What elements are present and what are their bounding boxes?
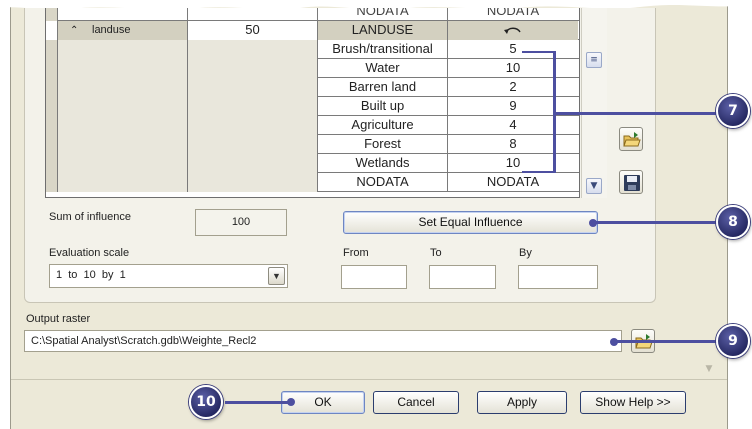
- show-help-button[interactable]: Show Help >>: [580, 391, 686, 414]
- callout-9: 9: [716, 324, 750, 358]
- old-value-cell: Agriculture: [318, 116, 448, 135]
- table-row: Wetlands 10: [46, 154, 579, 173]
- old-value-cell: NODATA: [318, 173, 448, 192]
- apply-button[interactable]: Apply: [477, 391, 567, 414]
- field-cell[interactable]: LANDUSE: [318, 21, 448, 40]
- to-input[interactable]: [429, 265, 496, 289]
- new-value-cell[interactable]: NODATA: [448, 173, 578, 192]
- table-row: Built up 9: [46, 97, 579, 116]
- sum-influence-value: 100: [195, 209, 287, 236]
- old-value-cell: NODATA: [318, 8, 448, 21]
- callout-9-leader: [614, 340, 718, 343]
- callout-7-bracket-top: [522, 51, 556, 53]
- callout-8-leader: [593, 221, 718, 224]
- layer-name-cell[interactable]: ⌃ landuse: [58, 21, 188, 40]
- evaluation-scale-select[interactable]: 1 to 10 by 1 ▼: [49, 264, 288, 288]
- sum-influence-label: Sum of influence: [49, 211, 131, 223]
- reclass-table: NODATA NODATA ⌃ landuse 50 LANDUSE Brush/…: [45, 8, 580, 198]
- scroll-down-button[interactable]: ▼: [586, 178, 602, 194]
- new-value-cell[interactable]: 5: [448, 40, 578, 59]
- new-value-cell[interactable]: 10: [448, 59, 578, 78]
- table-row: Brush/transitional 5: [46, 40, 579, 59]
- dialog-scroll-down-arrow[interactable]: ▼: [702, 362, 716, 376]
- from-input[interactable]: [341, 265, 407, 289]
- table-header-row: ⌃ landuse 50 LANDUSE: [46, 21, 579, 40]
- by-label: By: [519, 247, 532, 259]
- callout-7-bracket-bottom: [522, 171, 556, 173]
- influence-cell[interactable]: 50: [188, 21, 318, 40]
- new-value-cell[interactable]: 10: [448, 154, 578, 173]
- new-value-cell[interactable]: 8: [448, 135, 578, 154]
- old-value-cell: Water: [318, 59, 448, 78]
- set-equal-influence-button[interactable]: Set Equal Influence: [343, 211, 598, 234]
- output-raster-label: Output raster: [26, 313, 91, 325]
- old-value-cell: Built up: [318, 97, 448, 116]
- table-row: NODATA NODATA: [46, 8, 579, 21]
- new-value-cell[interactable]: NODATA: [448, 8, 578, 21]
- callout-10-dot: [287, 398, 295, 406]
- by-input[interactable]: [518, 265, 598, 289]
- table-row: Water 10: [46, 59, 579, 78]
- from-label: From: [343, 247, 369, 259]
- old-value-cell: Brush/transitional: [318, 40, 448, 59]
- new-value-cell[interactable]: 2: [448, 78, 578, 97]
- table-row: Forest 8: [46, 135, 579, 154]
- table-row: Agriculture 4: [46, 116, 579, 135]
- scroll-thumb[interactable]: ≡: [586, 52, 602, 68]
- open-table-button[interactable]: [619, 127, 643, 151]
- table-row: Barren land 2: [46, 78, 579, 97]
- sort-up-icon: ⌃: [70, 25, 79, 36]
- table-scrollbar[interactable]: ≡ ▼: [581, 8, 607, 198]
- old-value-cell: Barren land: [318, 78, 448, 97]
- open-folder-icon: [623, 132, 641, 147]
- old-value-cell: Forest: [318, 135, 448, 154]
- cancel-button[interactable]: Cancel: [373, 391, 459, 414]
- undo-arrow-icon: [504, 27, 521, 34]
- undo-cell[interactable]: [448, 21, 578, 40]
- to-label: To: [430, 247, 442, 259]
- save-table-button[interactable]: [619, 170, 643, 194]
- callout-8: 8: [716, 205, 750, 239]
- evaluation-scale-label: Evaluation scale: [49, 247, 130, 259]
- table-row: NODATA NODATA: [46, 173, 579, 192]
- save-disk-icon: [624, 175, 640, 191]
- callout-10: 10: [189, 385, 223, 419]
- callout-10-leader: [225, 401, 290, 404]
- old-value-cell: Wetlands: [318, 154, 448, 173]
- output-raster-input[interactable]: C:\Spatial Analyst\Scratch.gdb\Weighte_R…: [24, 330, 622, 352]
- callout-7: 7: [716, 94, 750, 128]
- chevron-down-icon[interactable]: ▼: [268, 267, 285, 285]
- new-value-cell[interactable]: 4: [448, 116, 578, 135]
- callout-7-leader: [556, 112, 720, 115]
- button-bar-divider: [11, 379, 727, 380]
